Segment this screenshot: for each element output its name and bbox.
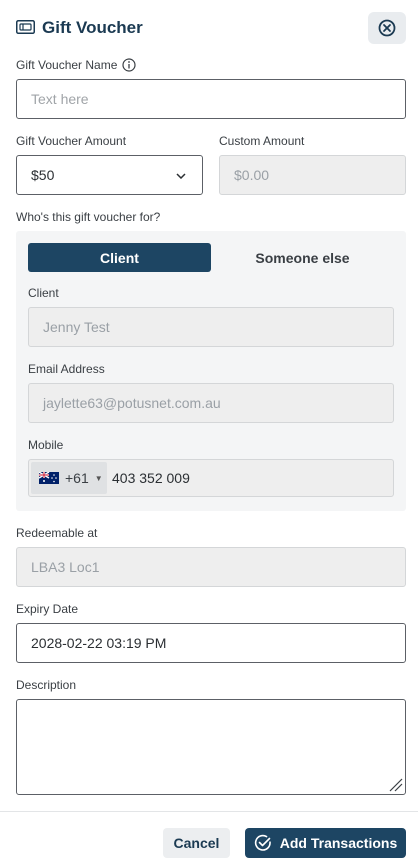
country-code-selector[interactable]: +61 ▼ (31, 462, 107, 494)
segment-client-button[interactable]: Client (28, 243, 211, 272)
australia-flag-icon (39, 472, 59, 484)
custom-amount-label: Custom Amount (219, 134, 305, 148)
add-transactions-button[interactable]: Add Transactions (245, 828, 406, 858)
expiry-date-input[interactable]: 2028-02-22 03:19 PM (16, 623, 406, 663)
description-textarea[interactable] (16, 699, 406, 795)
mobile-field: +61 ▼ 403 352 009 (28, 459, 394, 497)
custom-amount-input: $0.00 (219, 155, 406, 195)
footer-divider (0, 811, 418, 812)
amount-selected-value: $50 (31, 167, 55, 183)
amount-select[interactable]: $50 (16, 155, 203, 195)
country-code: +61 (65, 470, 89, 486)
email-label: Email Address (28, 362, 105, 376)
expiry-label: Expiry Date (16, 602, 79, 616)
mobile-value: 403 352 009 (112, 470, 190, 486)
info-icon[interactable] (122, 58, 136, 72)
client-label: Client (28, 286, 59, 300)
amount-label: Gift Voucher Amount (16, 134, 127, 148)
chevron-down-icon (176, 173, 186, 179)
add-transactions-label: Add Transactions (279, 835, 398, 851)
mobile-label: Mobile (28, 438, 64, 452)
cancel-button[interactable]: Cancel (163, 828, 230, 858)
resize-handle-icon[interactable] (387, 776, 403, 792)
voucher-name-label: Gift Voucher Name (16, 58, 118, 72)
check-circle-icon (254, 834, 271, 851)
voucher-name-input[interactable]: Text here (16, 79, 406, 119)
close-button[interactable] (368, 12, 406, 44)
close-circle-icon (378, 19, 396, 37)
client-field: Jenny Test (28, 307, 394, 347)
voucher-icon (16, 20, 35, 34)
modal-title: Gift Voucher (42, 18, 143, 37)
redeemable-label: Redeemable at (16, 526, 98, 540)
caret-down-icon: ▼ (94, 473, 103, 483)
modal-header: Gift Voucher (0, 0, 418, 56)
recipient-question: Who's this gift voucher for? (16, 210, 161, 224)
segment-someone-else-button[interactable]: Someone else (211, 243, 394, 272)
redeemable-field: LBA3 Loc1 (16, 547, 406, 587)
description-label: Description (16, 678, 77, 692)
email-field: jaylette63@potusnet.com.au (28, 383, 394, 423)
